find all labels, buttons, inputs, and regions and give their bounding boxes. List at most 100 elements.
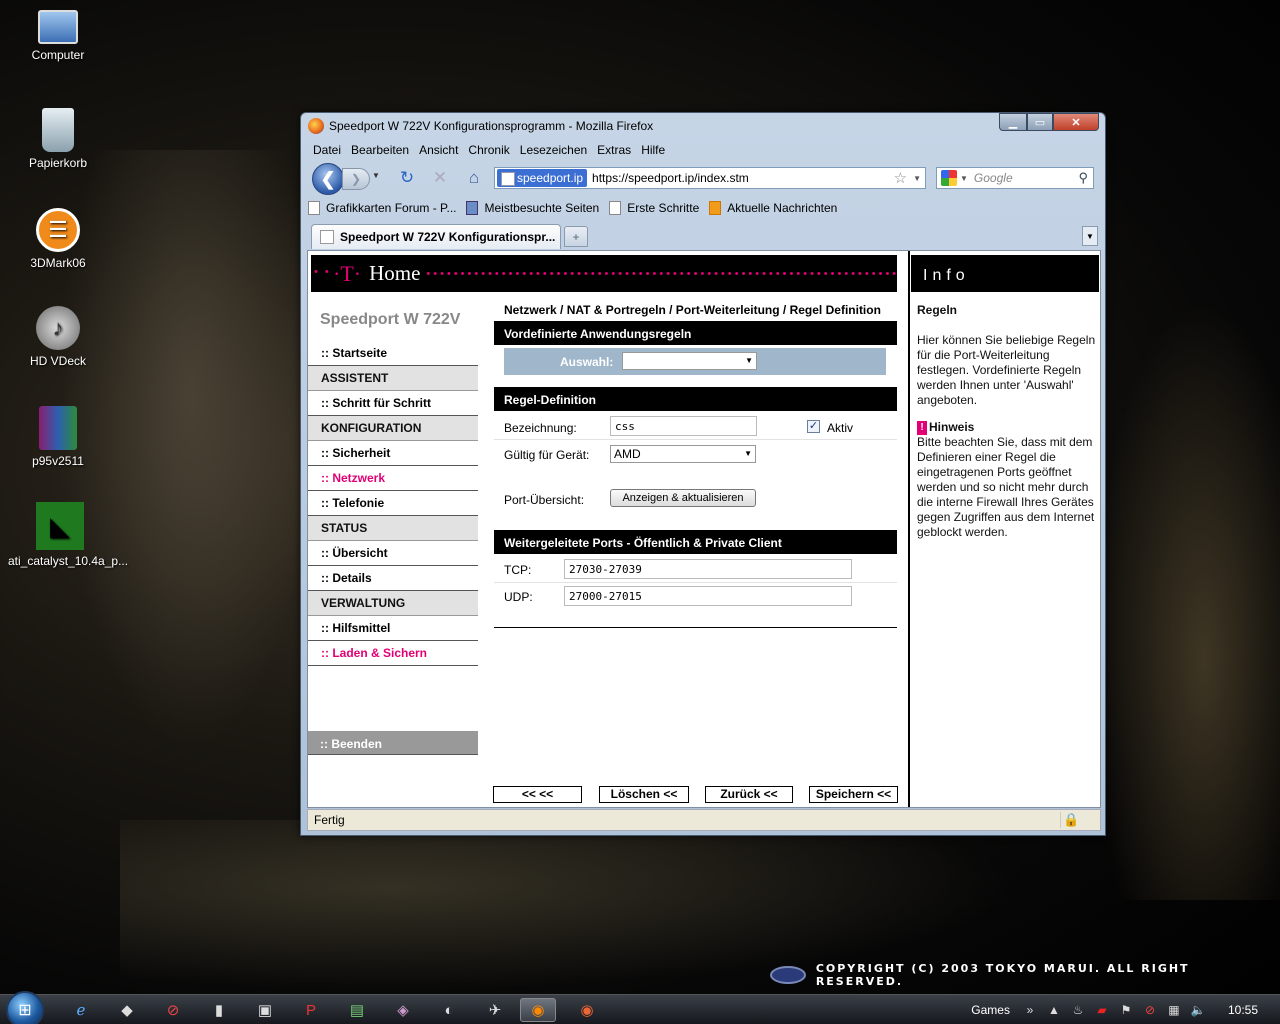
tcp-label: TCP: [504,563,532,577]
stop-icon[interactable]: ✕ [429,168,451,188]
quicklaunch-app-icon[interactable]: ◆ [112,998,142,1022]
url-bar[interactable]: speedport.ip https://speedport.ip/index.… [494,167,926,189]
tray-toolbar-label[interactable]: Games [971,1003,1010,1017]
desktop-icon-hd-vdeck[interactable]: ♪ HD VDeck [8,306,108,368]
bookmark-star-icon[interactable]: ☆ [894,169,907,187]
quicklaunch-app-icon[interactable]: P [296,998,326,1022]
close-button[interactable]: ✕ [1053,113,1099,131]
anzeigen-aktualisieren-button[interactable]: Anzeigen & aktualisieren [610,489,756,507]
tcp-port-input[interactable]: 27030-27039 [564,559,852,579]
auswahl-select[interactable]: ▼ [622,352,757,370]
network-icon[interactable]: ▦ [1165,1003,1183,1017]
aktiv-checkbox[interactable]: ✓ [807,420,820,433]
recycle-bin-icon [42,108,74,152]
minimize-button[interactable]: ▁ [999,113,1027,131]
desktop-icon-recycle-bin[interactable]: Papierkorb [8,108,108,170]
desktop-icon-3dmark[interactable]: ☰ 3DMark06 [8,208,108,270]
quicklaunch-app-icon[interactable]: ◐ [434,998,464,1022]
search-input[interactable]: Google [968,171,1079,185]
taskbar-firefox-button[interactable]: ◉ [520,998,556,1022]
udp-port-input[interactable]: 27000-27015 [564,586,852,606]
quicklaunch-app-icon[interactable]: ▤ [342,998,372,1022]
steam-icon[interactable]: ♨ [1069,1003,1087,1017]
quicklaunch-app-icon[interactable]: ⊘ [158,998,188,1022]
auswahl-box: Auswahl: ▼ [504,348,886,375]
window-titlebar[interactable]: Speedport W 722V Konfigurationsprogramm … [301,113,1105,139]
internet-explorer-icon[interactable]: ℯ [66,998,96,1022]
sidebar-menu: :: Startseite ASSISTENT :: Schritt für S… [308,341,478,666]
quicklaunch-app-icon[interactable]: ◈ [388,998,418,1022]
header-dots: • • [314,266,331,278]
most-visited-icon [466,201,479,215]
forward-button[interactable]: ❯ [342,168,370,190]
search-icon[interactable]: ⚲ [1078,170,1088,186]
back-button[interactable]: Zurück << [705,786,793,803]
quicklaunch-app-icon[interactable]: ▣ [250,998,280,1022]
quicklaunch-app-icon[interactable]: ▮ [204,998,234,1022]
home-icon[interactable]: ⌂ [463,168,485,188]
sidebar-item-hilfsmittel[interactable]: :: Hilfsmittel [308,616,478,641]
menu-hilfe[interactable]: Hilfe [636,141,670,161]
tab-speedport[interactable]: Speedport W 722V Konfigurationspr... [311,224,561,249]
quicklaunch-app-icon[interactable]: ✈ [480,998,510,1022]
search-engine-dropdown-icon[interactable]: ▼ [960,174,968,183]
sidebar-item-netzwerk[interactable]: :: Netzwerk [308,466,478,491]
sidebar-item-startseite[interactable]: :: Startseite [308,341,478,366]
sidebar-item-details[interactable]: :: Details [308,566,478,591]
menu-chronik[interactable]: Chronik [463,141,514,161]
menu-ansicht[interactable]: Ansicht [414,141,463,161]
menu-extras[interactable]: Extras [592,141,636,161]
tray-app-icon[interactable]: ⊘ [1141,1003,1159,1017]
site-identity-button[interactable]: speedport.ip [497,169,588,187]
page-icon [308,201,320,215]
logout-button[interactable]: :: Beenden [308,731,478,755]
tab-label: Speedport W 722V Konfigurationspr... [340,230,556,244]
sidebar-item-uebersicht[interactable]: :: Übersicht [308,541,478,566]
google-icon[interactable] [941,170,957,186]
chevron-icon[interactable]: » [1021,1003,1039,1017]
bookmark-item[interactable]: Meistbesuchte Seiten [466,201,599,215]
lock-icon[interactable]: 🔒 [1060,812,1082,828]
flag-icon[interactable]: ⚑ [1117,1003,1135,1017]
history-dropdown-icon[interactable]: ▼ [372,171,380,180]
sidebar-section-konfiguration: KONFIGURATION [308,416,478,441]
search-bar[interactable]: ▼ Google ⚲ [936,167,1094,189]
url-dropdown-icon[interactable]: ▼ [913,174,921,183]
sidebar-item-schritt-fuer-schritt[interactable]: :: Schritt für Schritt [308,391,478,416]
save-button[interactable]: Speichern << [809,786,898,803]
quicklaunch-app-icon[interactable]: ◉ [572,998,602,1022]
port-uebersicht-label: Port-Übersicht: [504,493,585,507]
ati-icon[interactable]: ▰ [1093,1003,1111,1017]
header-dots: ••••••••••••••••••••••••••••••••••••••••… [426,267,897,280]
tab-list-dropdown[interactable]: ▼ [1082,226,1098,246]
bookmark-item[interactable]: Grafikkarten Forum - P... [308,201,456,215]
sidebar-item-sicherheit[interactable]: :: Sicherheit [308,441,478,466]
copyright-text: COPYRIGHT (C) 2003 TOKYO MARUI. ALL RIGH… [815,962,1190,988]
desktop-icon-computer[interactable]: Computer [8,10,108,62]
first-button[interactable]: << << [493,786,582,803]
url-text[interactable]: https://speedport.ip/index.stm [589,171,894,185]
column-divider [908,251,910,807]
bezeichnung-input[interactable]: css [610,416,757,436]
back-button[interactable]: ❮ [312,163,344,195]
sidebar-section-assistent: ASSISTENT [308,366,478,391]
show-hidden-icons[interactable]: ▲ [1045,1003,1063,1017]
sidebar-item-telefonie[interactable]: :: Telefonie [308,491,478,516]
geraet-select[interactable]: AMD ▼ [610,445,756,463]
start-button[interactable]: ⊞ [6,991,44,1024]
reload-icon[interactable]: ↻ [396,168,418,188]
delete-button[interactable]: Löschen << [599,786,689,803]
sidebar-item-laden-sichern[interactable]: :: Laden & Sichern [308,641,478,666]
desktop-icon-p95[interactable]: p95v2511 [8,406,108,468]
volume-icon[interactable]: 🔈 [1189,1003,1207,1017]
clock[interactable]: 10:55 [1228,1003,1258,1017]
bookmark-item[interactable]: Erste Schritte [609,201,699,215]
desktop-icon-ati-catalyst[interactable]: ◣ ati_catalyst_10.4a_p... [8,502,128,568]
menu-lesezeichen[interactable]: Lesezeichen [515,141,592,161]
maximize-button[interactable]: ▭ [1027,113,1053,131]
new-tab-button[interactable]: + [564,226,588,247]
menu-datei[interactable]: Datei [308,141,346,161]
menu-bearbeiten[interactable]: Bearbeiten [346,141,414,161]
bookmark-item[interactable]: Aktuelle Nachrichten [709,201,837,215]
hd-vdeck-icon: ♪ [36,306,80,350]
